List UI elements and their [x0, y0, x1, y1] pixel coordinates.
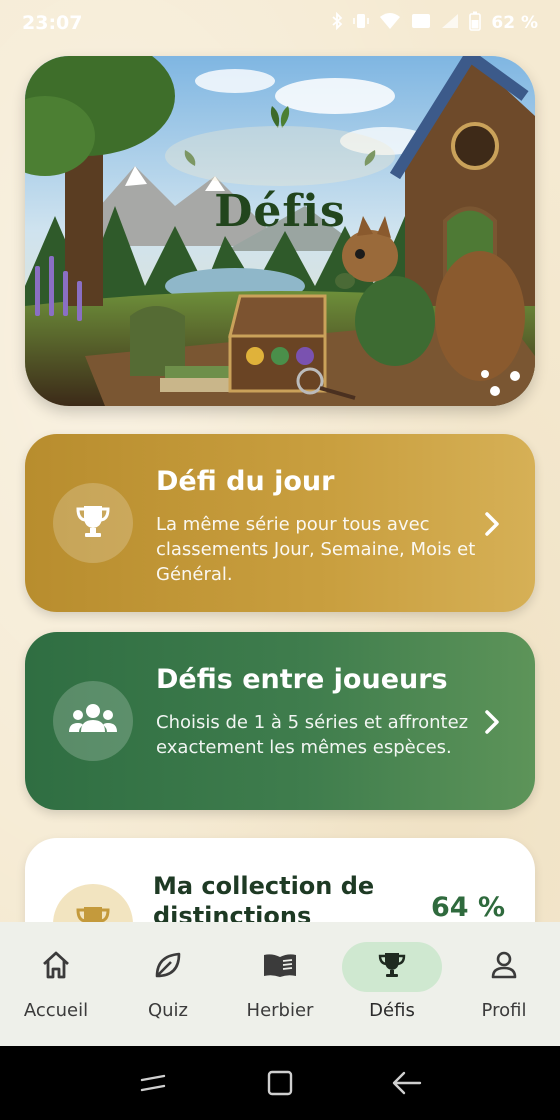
collection-percent: 64 % — [430, 892, 505, 923]
nav-active-indicator — [342, 942, 442, 992]
chevron-right-icon — [483, 708, 501, 743]
player-challenge-description: Choisis de 1 à 5 séries et affrontez exa… — [156, 712, 469, 758]
battery-icon — [469, 11, 482, 35]
player-challenge-title: Défis entre joueurs — [156, 664, 448, 695]
wifi-icon — [379, 12, 401, 34]
daily-challenge-description: La même série pour tous avec classements… — [156, 514, 476, 585]
battery-percent: 62 % — [491, 13, 538, 33]
system-navigation-bar — [0, 1046, 560, 1120]
nav-label-profil: Profil — [481, 1000, 527, 1021]
daily-challenge-card[interactable]: Défi du jour La même série pour tous ave… — [25, 434, 535, 612]
nav-item-defis[interactable]: Défis — [336, 942, 448, 1021]
chevron-right-icon — [483, 510, 501, 545]
player-challenge-icon-badge — [53, 681, 133, 761]
home-square-icon[interactable] — [250, 1058, 310, 1108]
player-challenge-card[interactable]: Défis entre joueurs Choisis de 1 à 5 sér… — [25, 632, 535, 810]
daily-challenge-icon-badge — [53, 483, 133, 563]
nav-label-defis: Défis — [369, 1000, 415, 1021]
data-icon — [411, 13, 431, 33]
nav-label-herbier: Herbier — [246, 1000, 314, 1021]
bottom-navigation: Accueil Quiz Herbier Défis Profil — [0, 922, 560, 1046]
nav-item-herbier[interactable]: Herbier — [224, 942, 336, 1021]
group-icon — [68, 702, 118, 740]
book-icon — [262, 951, 298, 984]
status-icons: 62 % — [331, 11, 538, 35]
bluetooth-icon — [331, 11, 343, 34]
recents-icon[interactable] — [123, 1058, 183, 1108]
person-icon — [490, 950, 518, 985]
vibrate-icon — [353, 12, 370, 34]
home-icon — [40, 950, 72, 985]
daily-challenge-title: Défi du jour — [156, 466, 335, 497]
status-time: 23:07 — [22, 12, 83, 34]
nav-item-profil[interactable]: Profil — [448, 942, 560, 1021]
trophy-icon — [376, 950, 408, 985]
back-icon[interactable] — [377, 1058, 437, 1108]
leaf-icon — [153, 950, 183, 985]
signal-icon — [441, 13, 459, 33]
nav-item-accueil[interactable]: Accueil — [0, 942, 112, 1021]
hero-banner: Défis — [25, 56, 535, 406]
nav-label-accueil: Accueil — [23, 1000, 89, 1021]
hero-title: Défis — [214, 186, 346, 237]
status-bar: 23:07 62 % — [0, 0, 560, 46]
trophy-icon — [73, 501, 113, 545]
nav-label-quiz: Quiz — [147, 1000, 189, 1021]
nav-item-quiz[interactable]: Quiz — [112, 942, 224, 1021]
